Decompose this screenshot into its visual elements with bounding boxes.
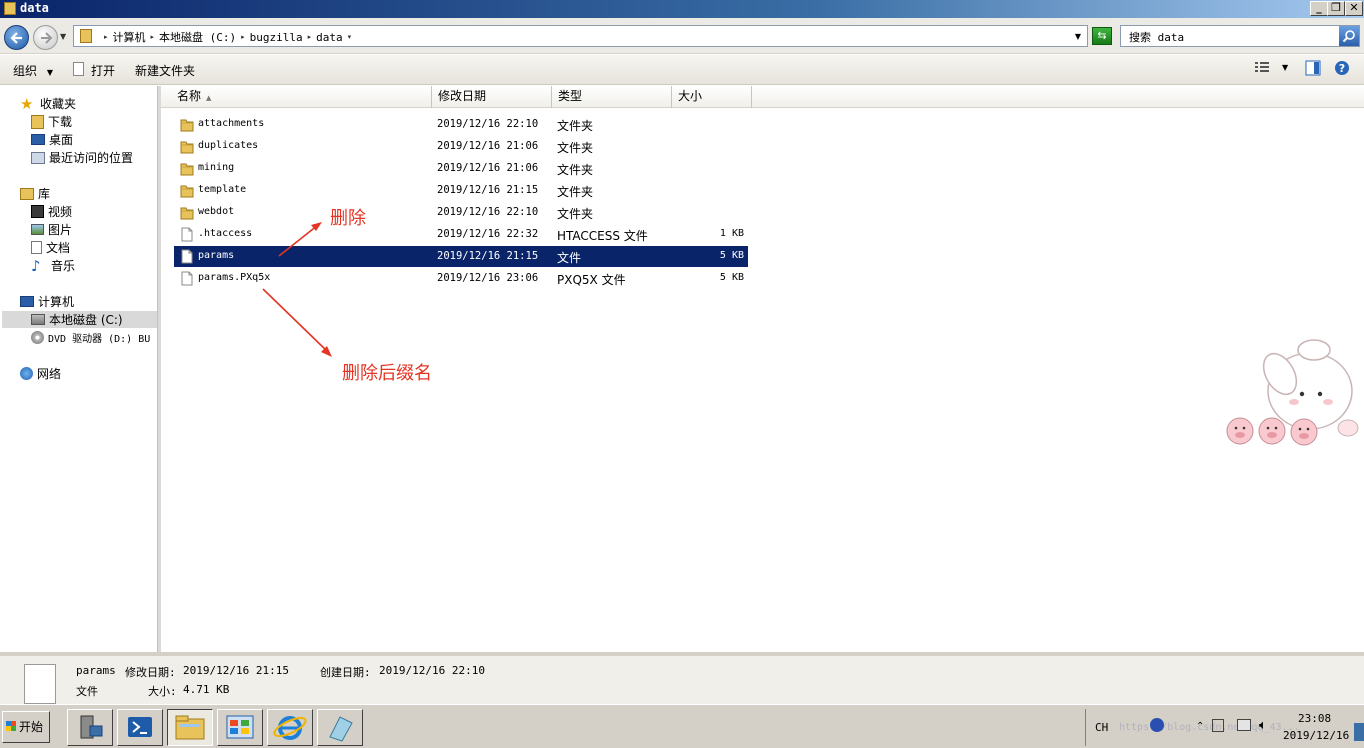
- annotation-delete: 删除: [330, 208, 366, 229]
- taskbar-explorer[interactable]: [167, 709, 213, 746]
- explorer-folder-icon: [175, 715, 205, 740]
- details-type: 文件: [76, 685, 98, 698]
- windows-logo-icon: [6, 721, 16, 731]
- arrow-line-delete-suffix: [262, 288, 329, 353]
- system-tray: CH https://blog.csdn.net/qq_43... ⌃ 🔈︎ 2…: [1085, 709, 1364, 746]
- language-indicator[interactable]: CH: [1095, 721, 1108, 734]
- details-created-label: 创建日期:: [320, 666, 371, 679]
- taskbar-control-panel[interactable]: [217, 709, 263, 746]
- control-panel-icon: [226, 715, 254, 739]
- clock-time[interactable]: 23:08: [1298, 712, 1331, 725]
- taskbar: 开始 CH https://blog.csdn.net/qq_43... ⌃ 🔈…: [0, 704, 1364, 748]
- details-pane: params 修改日期: 2019/12/16 21:15 创建日期: 2019…: [0, 652, 1364, 704]
- taskbar-server-manager[interactable]: [67, 709, 113, 746]
- details-filename: params: [76, 664, 116, 677]
- taskbar-notepad[interactable]: [317, 709, 363, 746]
- powershell-icon: [128, 717, 152, 737]
- annotation-delete-suffix: 删除后缀名: [342, 363, 432, 384]
- taskbar-internet-explorer[interactable]: [267, 709, 313, 746]
- file-icon: [24, 664, 56, 704]
- network-tray-icon[interactable]: [1237, 719, 1251, 731]
- internet-explorer-icon: [273, 716, 307, 740]
- start-button[interactable]: 开始: [2, 711, 50, 743]
- taskbar-powershell[interactable]: [117, 709, 163, 746]
- server-manager-icon: [80, 715, 103, 739]
- flag-icon[interactable]: [1212, 719, 1224, 732]
- details-modified-label: 修改日期:: [125, 666, 176, 679]
- bunny-sticker-image: [1226, 339, 1359, 446]
- details-created-value: 2019/12/16 22:10: [379, 664, 485, 677]
- details-size-label: 大小:: [148, 685, 177, 698]
- ime-icon[interactable]: [1150, 718, 1164, 732]
- details-size-value: 4.71 KB: [183, 683, 230, 696]
- arrow-line-delete: [278, 224, 319, 257]
- volume-muted-icon[interactable]: 🔈︎: [1259, 718, 1267, 733]
- show-desktop-button[interactable]: [1354, 723, 1364, 741]
- annotation-arrows: [262, 222, 332, 357]
- notepad-icon: [329, 716, 353, 742]
- clock-date[interactable]: 2019/12/16: [1283, 729, 1349, 742]
- details-modified-value: 2019/12/16 21:15: [183, 664, 289, 677]
- show-hidden-icons[interactable]: ⌃: [1196, 721, 1204, 732]
- watermark-text: https://blog.csdn.net/qq_43...: [1119, 722, 1300, 733]
